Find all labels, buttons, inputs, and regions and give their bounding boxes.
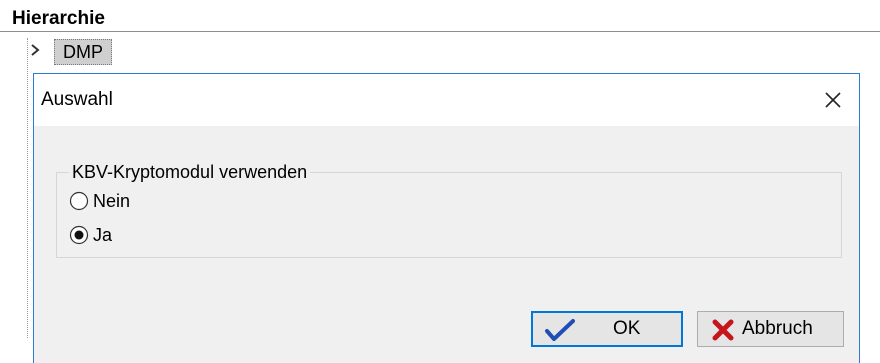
page: Hierarchie DMP Auswahl KBV-Kryptomodul v…	[0, 0, 880, 363]
radio-ja-label: Ja	[93, 225, 113, 245]
close-button[interactable]	[807, 74, 859, 126]
radio-nein[interactable]: Nein	[69, 189, 130, 213]
cancel-button[interactable]: Abbruch	[697, 311, 844, 347]
ok-button-label: OK	[613, 318, 641, 339]
hierarchy-divider	[0, 31, 880, 32]
tree-guide-line	[27, 38, 29, 338]
radio-unchecked-icon[interactable]	[69, 191, 89, 211]
checkmark-icon	[545, 319, 575, 341]
kryptomodul-groupbox: KBV-Kryptomodul verwenden Nein Ja	[56, 161, 842, 258]
ok-button[interactable]: OK	[531, 311, 683, 347]
selection-dialog: Auswahl KBV-Kryptomodul verwenden Nein J…	[33, 73, 860, 363]
radio-nein-label: Nein	[93, 191, 131, 211]
cancel-x-icon	[712, 319, 734, 341]
close-icon	[825, 92, 841, 108]
dialog-title: Auswahl	[41, 89, 113, 110]
radio-ja[interactable]: Ja	[69, 223, 112, 247]
chevron-right-icon[interactable]	[28, 42, 42, 58]
hierarchy-header: Hierarchie	[0, 4, 880, 32]
dialog-titlebar: Auswahl	[34, 74, 859, 126]
tree-node-label[interactable]: DMP	[54, 39, 112, 65]
hierarchy-title: Hierarchie	[12, 8, 105, 29]
group-label: KBV-Kryptomodul verwenden	[69, 161, 311, 183]
cancel-button-label: Abbruch	[742, 318, 813, 339]
radio-checked-icon[interactable]	[69, 225, 89, 245]
